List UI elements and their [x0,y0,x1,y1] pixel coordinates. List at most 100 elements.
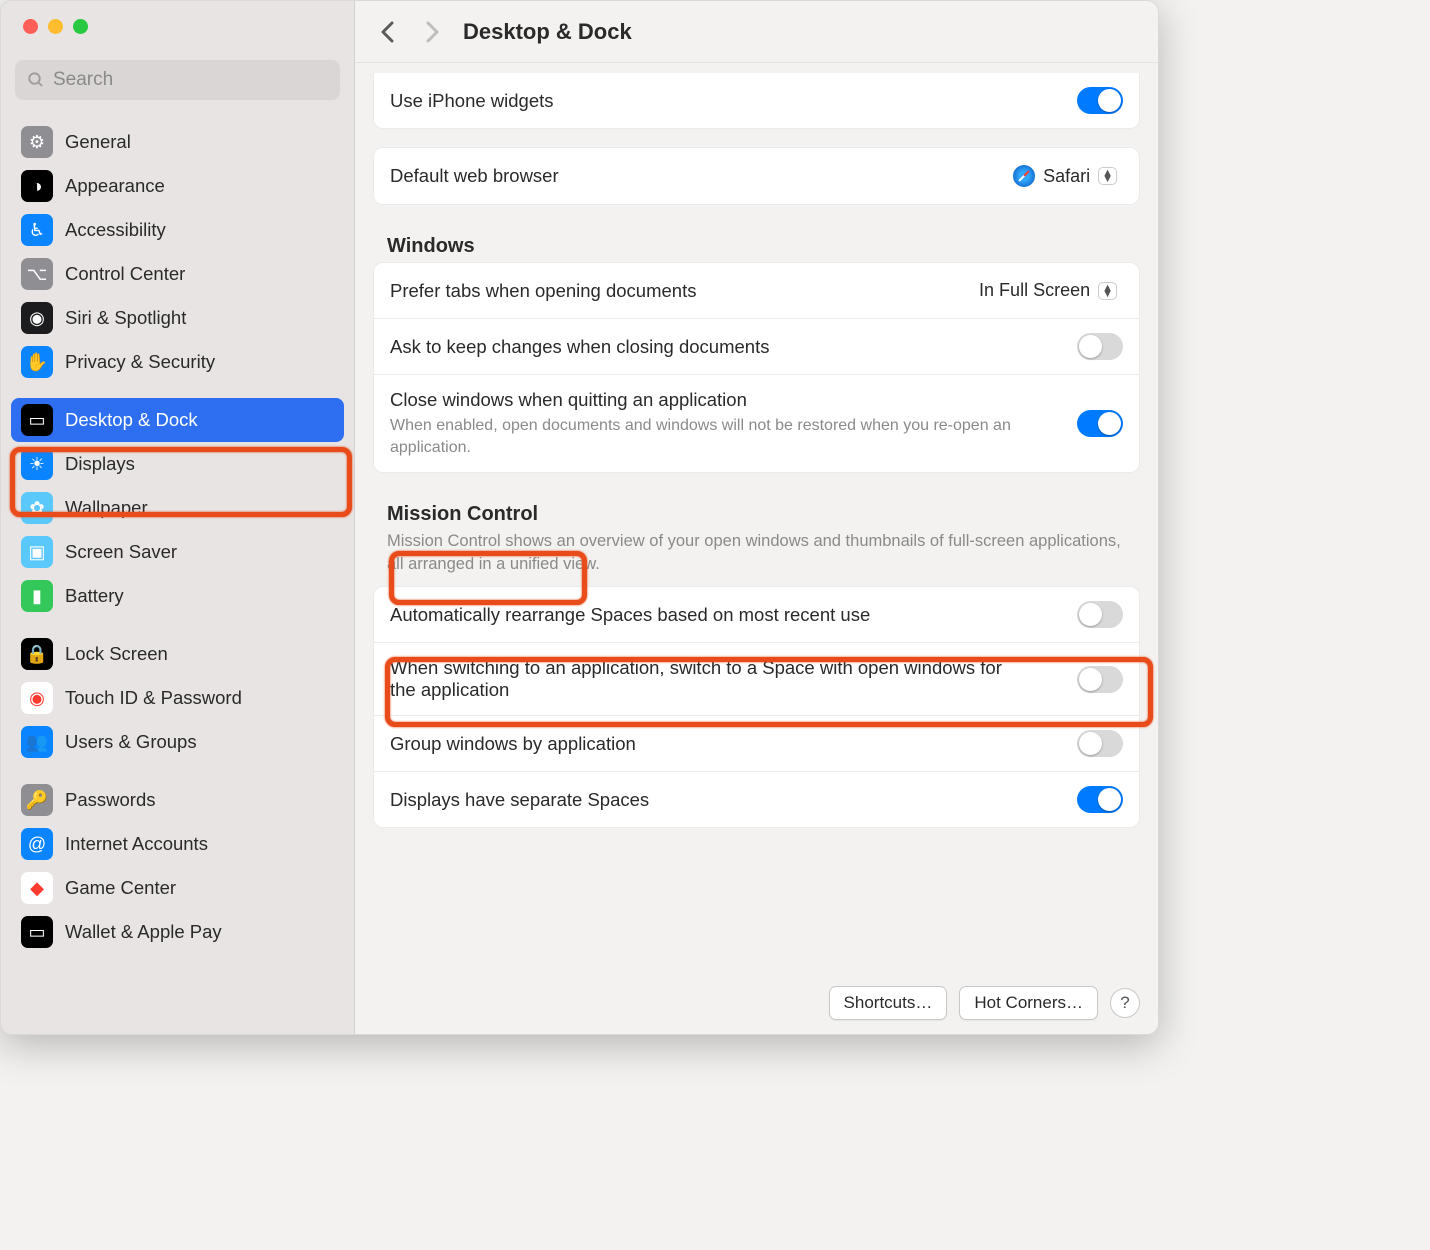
ask-keep-toggle[interactable] [1077,333,1123,360]
sidebar-item-label: Passwords [65,789,155,811]
windows-section-header: Windows [387,235,1140,258]
sidebar-item-users-groups[interactable]: 👥Users & Groups [11,720,344,764]
iphone-widgets-toggle[interactable] [1077,87,1123,114]
row-default-browser: Default web browser Safari ▲▼ [374,148,1139,204]
hot-corners-button[interactable]: Hot Corners… [959,986,1098,1020]
system-settings-window: Search ⚙︎ General ◑Appearance ♿︎ Accessibili… [0,0,1159,1035]
sidebar: Search ⚙︎ General ◑Appearance ♿︎ Accessibili… [1,1,355,1034]
default-browser-select[interactable]: Safari ▲▼ [1007,162,1123,190]
sidebar-item-privacy-security[interactable]: ✋Privacy & Security [11,340,344,384]
sidebar-item-passwords[interactable]: 🔑 Passwords [11,778,344,822]
windows-card: Prefer tabs when opening documents In Fu… [373,262,1140,473]
ask-keep-label: Ask to keep changes when closing documen… [390,336,769,358]
auto-rearrange-label: Automatically rearrange Spaces based on … [390,604,870,626]
sidebar-item-game-center[interactable]: ◆ Game Center [11,866,344,910]
sep-spaces-toggle[interactable] [1077,786,1123,813]
sidebar-icon: ◑ [21,170,53,202]
sidebar-item-label: Desktop & Dock [65,409,198,431]
group-windows-toggle[interactable] [1077,730,1123,757]
sidebar-item-touch-id-password[interactable]: ◉ Touch ID & Password [11,676,344,720]
chevron-updown-icon: ▲▼ [1098,282,1117,300]
sep-spaces-label: Displays have separate Spaces [390,789,649,811]
sidebar-item-screen-saver[interactable]: ▣Screen Saver [11,530,344,574]
sidebar-item-accessibility[interactable]: ♿︎ Accessibility [11,208,344,252]
sidebar-item-internet-accounts[interactable]: @ Internet Accounts [11,822,344,866]
mission-control-description: Mission Control shows an overview of you… [387,530,1126,576]
sidebar-item-label: Screen Saver [65,541,177,563]
group-windows-label: Group windows by application [390,733,636,755]
sidebar-icon: ⌥ [21,258,53,290]
sidebar-item-wallet-apple-pay[interactable]: ▭Wallet & Apple Pay [11,910,344,954]
sidebar-item-label: Battery [65,585,124,607]
close-windows-label: Close windows when quitting an applicati… [390,389,1061,411]
sidebar-item-lock-screen[interactable]: 🔒 Lock Screen [11,632,344,676]
sidebar-icon: 🔒 [21,638,53,670]
auto-rearrange-toggle[interactable] [1077,601,1123,628]
sidebar-icon: ⚙︎ [21,126,53,158]
widgets-card: Use iPhone widgets [373,73,1140,129]
sidebar-item-label: Internet Accounts [65,833,208,855]
sidebar-icon: ✿ [21,492,53,524]
search-input[interactable]: Search [15,60,340,100]
search-placeholder: Search [53,69,113,91]
switch-space-label: When switching to an application, switch… [390,657,1010,701]
sidebar-item-battery[interactable]: ▮Battery [11,574,344,618]
safari-icon [1013,165,1035,187]
sidebar-icon: ▭ [21,916,53,948]
row-prefer-tabs: Prefer tabs when opening documents In Fu… [374,263,1139,318]
sidebar-icon: @ [21,828,53,860]
sidebar-icon: ◆ [21,872,53,904]
sidebar-icon: ◉ [21,682,53,714]
sidebar-icon: ♿︎ [21,214,53,246]
sidebar-item-label: Siri & Spotlight [65,307,186,329]
close-window-button[interactable] [23,19,38,34]
fullscreen-window-button[interactable] [73,19,88,34]
row-close-windows: Close windows when quitting an applicati… [374,374,1139,472]
close-windows-sublabel: When enabled, open documents and windows… [390,415,1061,458]
sidebar-item-label: Control Center [65,263,185,285]
prefer-tabs-select[interactable]: In Full Screen ▲▼ [973,277,1123,304]
default-browser-label: Default web browser [390,165,559,187]
default-browser-value: Safari [1043,166,1090,187]
sidebar-item-displays[interactable]: ☀︎ Displays [11,442,344,486]
close-windows-toggle[interactable] [1077,410,1123,437]
sidebar-item-label: General [65,131,131,153]
minimize-window-button[interactable] [48,19,63,34]
sidebar-item-label: Users & Groups [65,731,197,753]
sidebar-item-label: Touch ID & Password [65,687,242,709]
page-title: Desktop & Dock [463,19,632,45]
help-button[interactable]: ? [1110,988,1140,1018]
sidebar-item-label: Displays [65,453,135,475]
row-ask-keep: Ask to keep changes when closing documen… [374,318,1139,374]
main-panel: Desktop & Dock Use iPhone widgets Defaul… [355,1,1158,1034]
prefer-tabs-label: Prefer tabs when opening documents [390,280,696,302]
sidebar-item-label: Game Center [65,877,176,899]
sidebar-nav: ⚙︎ General ◑Appearance ♿︎ Accessibility ⌥ Cont… [1,116,354,1034]
search-icon [27,71,45,89]
forward-button[interactable] [419,19,445,45]
sidebar-icon: ✋ [21,346,53,378]
sidebar-item-siri-spotlight[interactable]: ◉Siri & Spotlight [11,296,344,340]
sidebar-item-label: Lock Screen [65,643,168,665]
back-button[interactable] [375,19,401,45]
iphone-widgets-label: Use iPhone widgets [390,90,554,112]
mission-control-header: Mission Control [387,503,1140,526]
row-auto-rearrange: Automatically rearrange Spaces based on … [374,587,1139,642]
sidebar-icon: ▭ [21,404,53,436]
sidebar-item-appearance[interactable]: ◑Appearance [11,164,344,208]
row-switch-space: When switching to an application, switch… [374,642,1139,715]
switch-space-toggle[interactable] [1077,666,1123,693]
footer-buttons: Shortcuts… Hot Corners… ? [829,986,1140,1020]
sidebar-item-wallpaper[interactable]: ✿ Wallpaper [11,486,344,530]
sidebar-icon: ☀︎ [21,448,53,480]
row-group-windows: Group windows by application [374,715,1139,771]
shortcuts-button[interactable]: Shortcuts… [829,986,948,1020]
sidebar-item-label: Wallpaper [65,497,148,519]
sidebar-item-label: Accessibility [65,219,166,241]
sidebar-icon: 🔑 [21,784,53,816]
sidebar-item-desktop-dock[interactable]: ▭ Desktop & Dock [11,398,344,442]
mission-control-card: Automatically rearrange Spaces based on … [373,586,1140,828]
content-scroll[interactable]: Use iPhone widgets Default web browser S… [355,63,1158,1034]
sidebar-item-general[interactable]: ⚙︎ General [11,120,344,164]
sidebar-item-control-center[interactable]: ⌥ Control Center [11,252,344,296]
